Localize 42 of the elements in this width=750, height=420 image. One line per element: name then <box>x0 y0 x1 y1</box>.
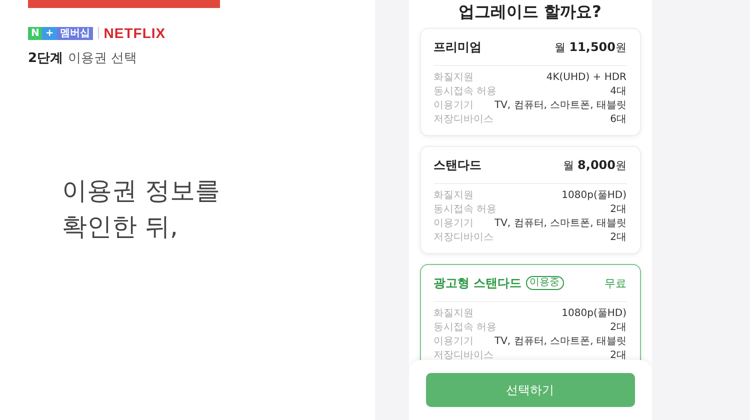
plan-price: 무료 <box>604 276 626 290</box>
logo-badge: 멤버십 <box>56 26 93 40</box>
spec-label: 이용기기 <box>434 217 474 231</box>
step-number: 2단계 <box>28 50 64 67</box>
spec-value: TV, 컴퓨터, 스마트폰, 태블릿 <box>494 217 626 231</box>
spec-value: 1080p(풀HD) <box>562 189 626 203</box>
plan-name: 광고형 스탠다드 <box>434 274 522 292</box>
spec-label: 동시접속 허용 <box>434 321 497 335</box>
spec-label: 화질지원 <box>434 307 474 321</box>
screen-heading: 업그레이드 할까요? <box>458 2 602 23</box>
plan-card[interactable]: 프리미엄 월 11,500원 화질지원 4K(UHD) + HDR 동시접속 허용 4대 이용기기 TV, 컴퓨터, 스마트폰, 태블릿 저장디바이스 6대 <box>420 28 640 136</box>
spec-value: 1080p(풀HD) <box>562 307 626 321</box>
logo-badge: N <box>28 26 42 40</box>
spec-label: 이용기기 <box>434 335 474 349</box>
spec-label: 저장디바이스 <box>434 349 494 363</box>
plan-price: 월 11,500원 <box>554 40 626 54</box>
spec-label: 동시접속 허용 <box>434 85 497 99</box>
headline-line: 확인한 뒤, <box>62 211 179 243</box>
spec-label: 동시접속 허용 <box>434 203 497 217</box>
spec-value: TV, 컴퓨터, 스마트폰, 태블릿 <box>494 335 626 349</box>
spec-label: 이용기기 <box>434 99 474 113</box>
spec-value: 2대 <box>610 349 626 363</box>
headline-line: 이용권 정보를 <box>62 175 221 207</box>
brand-logo: NETFLIX <box>104 25 166 41</box>
spec-label: 화질지원 <box>434 71 474 85</box>
spec-label: 저장디바이스 <box>434 231 494 245</box>
spec-value: 4K(UHD) + HDR <box>546 71 626 85</box>
spec-value: 4대 <box>610 85 626 99</box>
spec-value: 2대 <box>610 321 626 335</box>
spec-value: TV, 컴퓨터, 스마트폰, 태블릿 <box>494 99 626 113</box>
spec-value: 2대 <box>610 203 626 217</box>
plan-card[interactable]: 스탠다드 월 8,000원 화질지원 1080p(풀HD) 동시접속 허용 2대 이용기기 TV, 컴퓨터, 스마트폰, 태블릿 저장디바이스 2대 <box>420 146 640 254</box>
spec-label: 화질지원 <box>434 189 474 203</box>
spec-value: 2대 <box>610 231 626 245</box>
spec-label: 저장디바이스 <box>434 113 494 127</box>
status-badge: 이용중 <box>526 276 564 290</box>
plan-name: 프리미엄 <box>434 38 482 56</box>
logo-badge: + <box>42 26 57 40</box>
spec-value: 6대 <box>610 113 626 127</box>
step-label: 이용권 선택 <box>68 50 138 67</box>
plan-name: 스탠다드 <box>434 156 482 174</box>
plan-price: 월 8,000원 <box>563 158 626 172</box>
